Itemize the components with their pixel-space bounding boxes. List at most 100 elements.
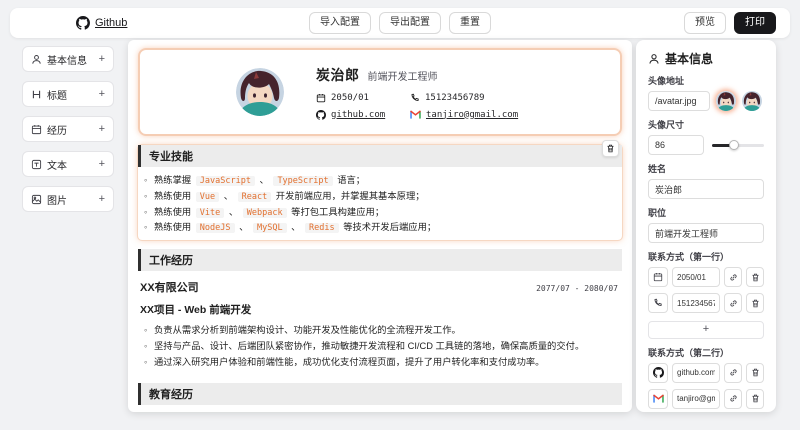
resume-name: 炭治郎 xyxy=(316,66,360,83)
contacts-row1-label: 联系方式（第一行） xyxy=(648,252,730,262)
avatar xyxy=(236,68,284,116)
heading-h-icon xyxy=(31,89,42,100)
sidebar-item-label: 图片 xyxy=(47,195,67,207)
preview-button[interactable]: 预览 xyxy=(684,12,726,34)
job-label: 职位 xyxy=(648,208,667,218)
phone-icon xyxy=(410,93,420,103)
config-actions: 导入配置 导出配置 重置 xyxy=(309,12,491,34)
sidebar-item-label: 基本信息 xyxy=(47,55,87,67)
education-section-block[interactable]: 教育经历 XX大学 - 软件工程 2073/07 - 2077/07 xyxy=(138,383,622,412)
contact-value-input[interactable] xyxy=(672,362,720,383)
sidebar-item-label: 经历 xyxy=(47,125,67,137)
work-bullet: 负责从需求分析到前端架构设计、功能开发及性能优化的全流程开发工作。 xyxy=(144,324,614,338)
slider-thumb[interactable] xyxy=(728,140,739,150)
trash-icon xyxy=(606,144,615,153)
sidebar-item-text[interactable]: 文本 + xyxy=(22,151,114,177)
name-input[interactable] xyxy=(648,179,764,199)
sidebar-item-experience[interactable]: 经历 + xyxy=(22,116,114,142)
contact-row xyxy=(648,293,764,313)
github-logo-icon xyxy=(76,16,90,30)
company-name: XX有限公司 xyxy=(140,282,199,294)
github-icon xyxy=(316,109,326,120)
contact-delete-button[interactable] xyxy=(746,293,764,313)
output-actions: 预览 打印 xyxy=(684,12,776,34)
contact-github-link[interactable]: github.com xyxy=(316,109,410,120)
sidebar-item-label: 文本 xyxy=(47,160,67,172)
name-label: 姓名 xyxy=(648,164,667,174)
add-block-plus: + xyxy=(98,193,105,205)
skills-list: 熟练掌握 JavaScript 、 TypeScript 语言； 熟练使用 Vu… xyxy=(138,167,622,240)
work-bullet-list: 负责从需求分析到前端架构设计、功能开发及性能优化的全流程开发工作。 坚持与产品、… xyxy=(138,317,622,374)
skill-item: 熟练掌握 JavaScript 、 TypeScript 语言； xyxy=(144,174,614,188)
avatar-shape-square-option[interactable] xyxy=(742,91,762,111)
person-icon xyxy=(648,53,660,65)
contact-date: 2050/01 xyxy=(316,93,410,103)
skills-heading: 专业技能 xyxy=(138,145,622,167)
contact-icon-picker-phone[interactable] xyxy=(648,293,668,313)
work-bullet: 坚持与产品、设计、后端团队紧密协作，推动敏捷开发流程和 CI/CD 工具链的落地… xyxy=(144,340,614,354)
contact-value-input[interactable] xyxy=(672,388,720,409)
contact-link-button[interactable] xyxy=(724,267,742,287)
contact-value-input[interactable] xyxy=(672,267,720,287)
skill-item: 熟练使用 NodeJS 、 MySQL 、 Redis 等技术开发后端应用； xyxy=(144,221,614,235)
person-icon xyxy=(31,54,42,65)
print-button[interactable]: 打印 xyxy=(734,12,776,34)
brand-label: Github xyxy=(95,17,128,29)
skill-item: 熟练使用 Vue 、 React 开发前端应用，并掌握其基本原理； xyxy=(144,190,614,204)
resume-preview-canvas: 炭治郎 前端开发工程师 2050/01 15123456789 github.c… xyxy=(128,40,632,412)
contact-row xyxy=(648,362,764,383)
contact-icon-picker-gmail[interactable] xyxy=(648,388,668,409)
avatar-shape-round-option[interactable] xyxy=(716,91,736,111)
work-bullet: 通过深入研究用户体验和前端性能，成功优化支付流程页面，提升了用户转化率和支付成功… xyxy=(144,356,614,370)
skills-section-block[interactable]: 专业技能 熟练掌握 JavaScript 、 TypeScript 语言； 熟练… xyxy=(138,140,622,240)
avatar-size-slider[interactable] xyxy=(712,140,764,150)
contact-link-button[interactable] xyxy=(724,293,742,313)
sidebar-item-image[interactable]: 图片 + xyxy=(22,186,114,212)
avatar-url-label: 头像地址 xyxy=(648,76,685,86)
contact-link-button[interactable] xyxy=(724,362,742,383)
calendar-icon xyxy=(316,93,326,103)
import-config-button[interactable]: 导入配置 xyxy=(309,12,371,34)
add-block-plus: + xyxy=(98,53,105,65)
contact-delete-button[interactable] xyxy=(746,388,764,409)
contact-phone: 15123456789 xyxy=(410,93,518,103)
avatar-size-input[interactable] xyxy=(648,135,704,155)
resume-job-title: 前端开发工程师 xyxy=(367,71,438,83)
delete-block-button[interactable] xyxy=(602,140,619,157)
text-icon xyxy=(31,159,42,170)
work-section-block[interactable]: 工作经历 XX有限公司 2077/07 - 2080/07 XX项目 - Web… xyxy=(138,249,622,374)
basic-info-settings-panel: 基本信息 头像地址 头像尺寸 姓名 职位 联系方式（第一行） + 联系方式（第 xyxy=(636,40,776,412)
contacts-row2-label: 联系方式（第二行） xyxy=(648,347,730,358)
skill-item: 熟练使用 Vite 、 Webpack 等打包工具构建应用； xyxy=(144,206,614,220)
resume-contacts: 2050/01 15123456789 github.com tanjiro@g… xyxy=(316,93,518,120)
contact-link-button[interactable] xyxy=(724,388,742,409)
contact-value-input[interactable] xyxy=(672,293,720,313)
contact-icon-picker-github[interactable] xyxy=(648,362,668,383)
avatar-size-label: 头像尺寸 xyxy=(648,120,685,130)
add-block-plus: + xyxy=(98,88,105,100)
add-contact-row1-button[interactable]: + xyxy=(648,320,764,339)
avatar-url-input[interactable] xyxy=(648,91,710,111)
block-library-sidebar: 基本信息 + 标题 + 经历 + 文本 + 图片 + xyxy=(22,46,114,212)
sidebar-item-basic-info[interactable]: 基本信息 + xyxy=(22,46,114,72)
calendar-icon xyxy=(31,124,42,135)
image-icon xyxy=(31,194,42,205)
gmail-icon xyxy=(410,110,421,119)
add-block-plus: + xyxy=(98,123,105,135)
contact-row xyxy=(648,388,764,409)
sidebar-item-heading[interactable]: 标题 + xyxy=(22,81,114,107)
contact-delete-button[interactable] xyxy=(746,267,764,287)
sidebar-item-label: 标题 xyxy=(47,90,67,102)
export-config-button[interactable]: 导出配置 xyxy=(379,12,441,34)
resume-basic-info-block[interactable]: 炭治郎 前端开发工程师 2050/01 15123456789 github.c… xyxy=(138,48,622,136)
work-heading: 工作经历 xyxy=(138,249,622,271)
reset-button[interactable]: 重置 xyxy=(449,12,491,34)
contact-icon-picker-calendar[interactable] xyxy=(648,267,668,287)
contact-email-link[interactable]: tanjiro@gmail.com xyxy=(410,110,518,120)
topbar: Github 导入配置 导出配置 重置 预览 打印 xyxy=(10,8,790,38)
education-heading: 教育经历 xyxy=(138,383,622,406)
brand-link[interactable]: Github xyxy=(76,16,127,30)
panel-title: 基本信息 xyxy=(665,52,714,66)
contact-delete-button[interactable] xyxy=(746,362,764,383)
job-title-input[interactable] xyxy=(648,223,764,243)
